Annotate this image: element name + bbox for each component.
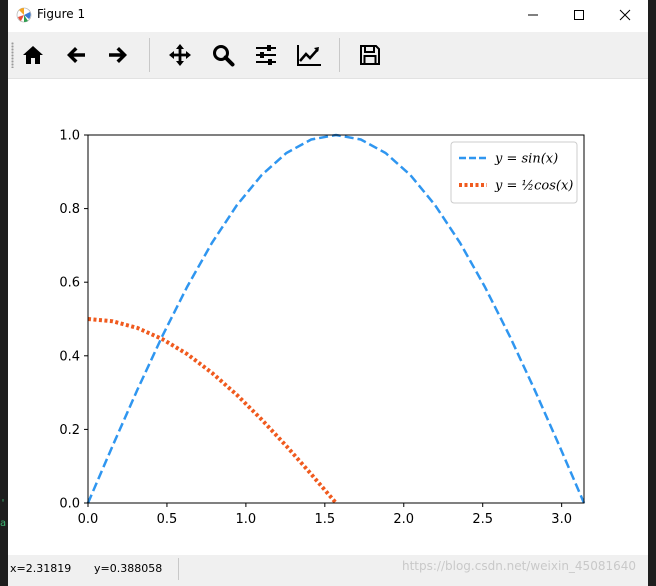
back-icon <box>67 47 85 63</box>
toolbar-separator <box>339 38 340 72</box>
figure-window: Figure 1 0.0 0.5 1.0 1.5 2.0 2.5 3.0 0.0… <box>8 0 648 586</box>
zoom-button[interactable] <box>209 41 237 69</box>
x-tick-label: 3.0 <box>551 512 572 527</box>
home-icon <box>23 46 43 64</box>
matplotlib-logo-icon <box>16 7 32 23</box>
y-tick-label: 0.4 <box>59 349 80 364</box>
window-title: Figure 1 <box>37 7 86 21</box>
legend[interactable]: y = sin(x) y = ½cos(x) <box>450 141 578 204</box>
edit-axis-icon <box>297 45 321 66</box>
y-tick-label: 1.0 <box>59 129 80 144</box>
terminal-edge: ' <box>0 498 7 509</box>
legend-label-cos: y = ½cos(x) <box>494 179 573 194</box>
toolbar-separator <box>149 38 150 72</box>
x-tick-label: 2.0 <box>393 512 414 527</box>
save-button[interactable] <box>356 41 384 69</box>
status-bar: x=2.31819 y=0.388058 https://blog.csdn.n… <box>8 555 648 586</box>
x-tick-label: 2.5 <box>472 512 493 527</box>
navigation-toolbar <box>8 32 648 79</box>
minimize-icon <box>528 14 538 16</box>
minimize-button[interactable] <box>510 0 556 30</box>
terminal-edge: a <box>0 518 7 529</box>
close-button[interactable] <box>602 0 648 30</box>
configure-subplots-button[interactable] <box>252 41 280 69</box>
forward-button[interactable] <box>104 41 132 69</box>
zoom-icon <box>213 45 235 67</box>
toolbar-grip[interactable] <box>11 42 14 68</box>
title-bar: Figure 1 <box>8 0 648 30</box>
back-button[interactable] <box>62 41 90 69</box>
y-tick-label: 0.8 <box>59 202 80 217</box>
home-button[interactable] <box>19 41 47 69</box>
x-coordinate-readout: x=2.31819 <box>10 562 72 575</box>
status-separator <box>178 558 179 580</box>
figure-canvas[interactable]: 0.0 0.5 1.0 1.5 2.0 2.5 3.0 0.0 0.2 0.4 0.6 0.8 1.0 … <box>8 79 648 554</box>
forward-icon <box>109 47 127 63</box>
series-line-1 <box>87 317 338 505</box>
pan-button[interactable] <box>166 41 194 69</box>
edit-axis-button[interactable] <box>295 41 323 69</box>
y-coordinate-readout: y=0.388058 <box>94 562 163 575</box>
save-icon <box>360 45 380 65</box>
x-tick-label: 0.0 <box>78 512 99 527</box>
x-tick-label: 1.5 <box>314 512 335 527</box>
pan-icon <box>169 44 191 66</box>
y-tick-label: 0.2 <box>59 423 80 438</box>
configure-subplots-icon <box>256 45 276 65</box>
maximize-button[interactable] <box>556 0 602 30</box>
x-tick-label: 0.5 <box>157 512 178 527</box>
close-icon <box>619 9 631 21</box>
maximize-icon <box>574 10 584 20</box>
legend-label-sin: y = sin(x) <box>494 152 558 167</box>
x-tick-label: 1.0 <box>236 512 257 527</box>
watermark: https://blog.csdn.net/weixin_45081640 <box>401 559 636 573</box>
y-tick-label: 0.0 <box>59 497 80 512</box>
plot-area[interactable]: 0.0 0.5 1.0 1.5 2.0 2.5 3.00.00.20.40.60.81.0 … <box>8 79 648 554</box>
y-tick-label: 0.6 <box>59 276 80 291</box>
